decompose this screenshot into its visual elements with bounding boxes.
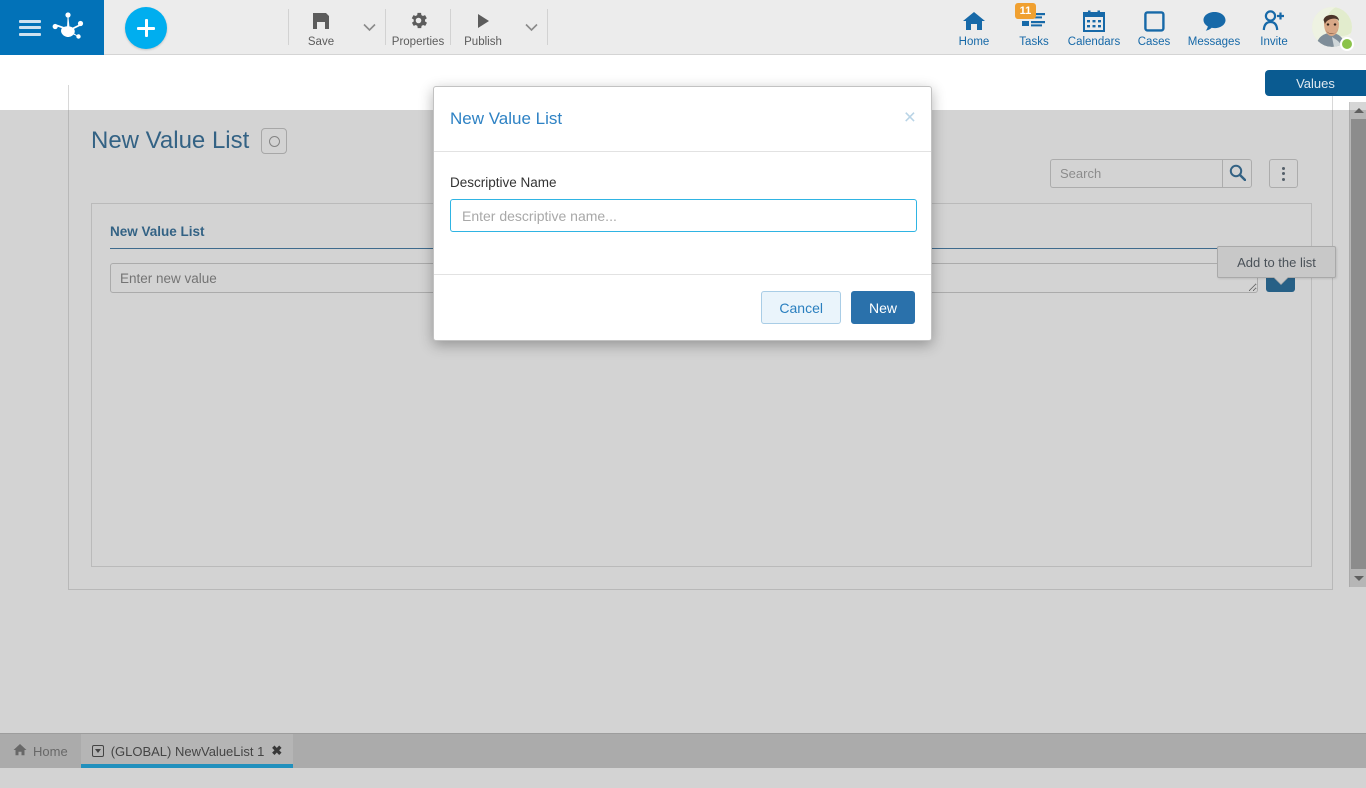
- publish-button[interactable]: Publish: [451, 0, 515, 54]
- nav-messages-label: Messages: [1188, 36, 1240, 48]
- nav-home-label: Home: [959, 36, 990, 48]
- new-value-list-dialog: New Value List × Descriptive Name Cancel…: [433, 86, 932, 341]
- top-toolbar: Save Properties Publish: [0, 0, 1366, 55]
- dialog-title: New Value List: [450, 109, 562, 129]
- avatar[interactable]: [1304, 0, 1360, 54]
- hamburger-menu-icon[interactable]: [19, 20, 41, 36]
- properties-label: Properties: [392, 36, 444, 48]
- nav-cases[interactable]: Cases: [1124, 0, 1184, 54]
- nav-calendars[interactable]: Calendars: [1064, 0, 1124, 54]
- status-indicator: [1340, 37, 1354, 51]
- nav-cases-label: Cases: [1138, 36, 1171, 48]
- cancel-button[interactable]: Cancel: [761, 291, 841, 324]
- tab-values[interactable]: Values: [1265, 70, 1366, 96]
- nav-tasks-label: Tasks: [1019, 36, 1048, 48]
- page-body: Values New Value List: [0, 55, 1366, 733]
- publish-dropdown-caret[interactable]: [515, 0, 547, 54]
- properties-button[interactable]: Properties: [386, 0, 450, 54]
- house-icon: [962, 9, 986, 34]
- nav-tasks[interactable]: 11 Tasks: [1004, 0, 1064, 54]
- tab-values-label: Values: [1296, 76, 1335, 91]
- descriptive-name-label: Descriptive Name: [450, 175, 915, 190]
- person-add-icon: [1262, 9, 1286, 34]
- nav-invite-label: Invite: [1260, 36, 1288, 48]
- divider: [547, 9, 548, 45]
- dialog-header: New Value List ×: [434, 87, 931, 152]
- dialog-body: Descriptive Name: [434, 152, 931, 275]
- nav-calendars-label: Calendars: [1068, 36, 1120, 48]
- brand-area: [0, 0, 104, 55]
- close-icon[interactable]: ×: [904, 109, 916, 127]
- square-outline-icon: [1144, 9, 1165, 34]
- nav-invite[interactable]: Invite: [1244, 0, 1304, 54]
- play-triangle-icon: [473, 9, 493, 33]
- save-dropdown-caret[interactable]: [353, 0, 385, 54]
- save-button[interactable]: Save: [289, 0, 353, 54]
- add-new-button[interactable]: [125, 7, 167, 49]
- calendar-icon: [1083, 9, 1105, 34]
- top-right-nav: Home 11 Tasks: [944, 0, 1366, 54]
- speech-bubble-icon: [1203, 9, 1226, 34]
- tasks-badge: 11: [1015, 3, 1036, 19]
- dialog-footer: Cancel New: [434, 275, 931, 340]
- nav-messages[interactable]: Messages: [1184, 0, 1244, 54]
- bonita-frog-logo[interactable]: [51, 11, 85, 45]
- gear-icon: [408, 9, 429, 33]
- floppy-disk-icon: [311, 9, 331, 33]
- descriptive-name-input[interactable]: [450, 199, 917, 232]
- save-label: Save: [308, 36, 334, 48]
- new-button[interactable]: New: [851, 291, 915, 324]
- nav-home[interactable]: Home: [944, 0, 1004, 54]
- publish-label: Publish: [464, 36, 502, 48]
- toolbar-actions: Save Properties Publish: [288, 0, 548, 54]
